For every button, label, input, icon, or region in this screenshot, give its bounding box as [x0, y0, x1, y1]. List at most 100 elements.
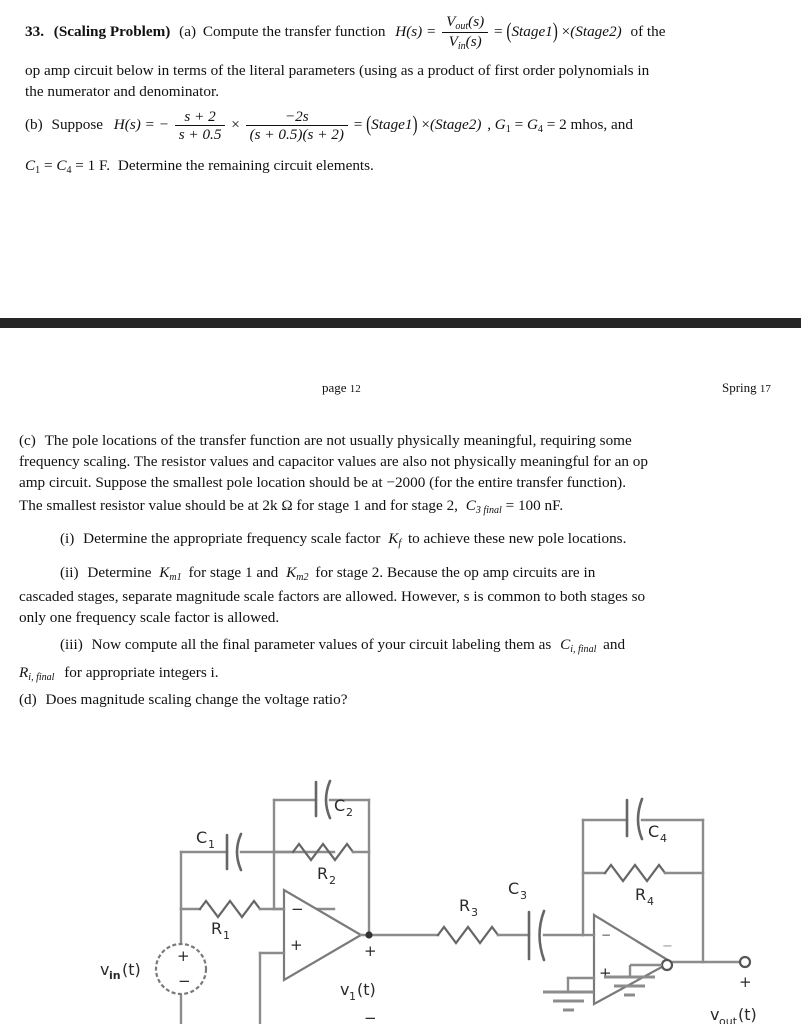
item-iii-text-c: for appropriate integers i.: [64, 664, 219, 681]
vin-arg: (s): [465, 33, 482, 51]
g4-subscript: 4: [537, 123, 543, 135]
cifinal-symbol: C: [560, 636, 571, 653]
fraction2-numerator: −2s: [284, 108, 309, 125]
c3final-symbol: C: [465, 497, 476, 514]
svg-text:−: −: [662, 939, 673, 954]
item-i-text-b: to achieve these new pole locations.: [407, 530, 627, 547]
item-iii-label: (iii): [60, 636, 83, 653]
part-c-item-iii-line2: Ri, final for appropriate integers i.: [19, 662, 219, 688]
page-number: 12: [349, 383, 361, 395]
item-ii-text-b: for stage 1 and: [188, 564, 279, 581]
c1-symbol: C: [25, 157, 36, 174]
svg-text:3: 3: [471, 906, 478, 919]
svg-text:(t): (t): [122, 960, 141, 979]
item-ii-label: (ii): [60, 564, 79, 581]
svg-text:1: 1: [223, 929, 230, 942]
formula-equals: =: [494, 23, 503, 41]
transfer-function-formula: H(s) = Vout(s) Vin(s) = (Stage1) ×(Stage…: [395, 13, 625, 52]
svg-text:1: 1: [208, 838, 215, 851]
part-b-stage1-close-paren: ): [412, 112, 418, 137]
c4-symbol: C: [56, 157, 67, 174]
part-b-lead: Suppose: [51, 116, 103, 133]
svg-text:in: in: [109, 969, 121, 982]
stage2-label: (Stage2): [570, 23, 622, 41]
item-iii-text-b: and: [603, 636, 626, 653]
capacitor-c1: C 1: [179, 828, 336, 872]
stage1-label: Stage1: [511, 23, 553, 41]
part-c-item-ii-line2: cascaded stages, separate magnitude scal…: [19, 588, 646, 605]
capacitor-c4: C 4: [581, 797, 705, 845]
fraction1-denominator: s + 0.5: [174, 125, 226, 143]
svg-text:1: 1: [349, 990, 356, 1003]
part-a-line2: op amp circuit below in terms of the lit…: [25, 62, 650, 79]
part-c-item-ii-line3: only one frequency scale factor is allow…: [19, 609, 280, 626]
item-i-label: (i): [60, 530, 75, 547]
g-value: = 2 mhos, and: [546, 116, 633, 133]
svg-text:R: R: [317, 864, 328, 883]
page-separator-bar: [0, 318, 801, 328]
part-d-text: Does magnitude scaling change the voltag…: [45, 691, 348, 708]
resistor-r2: R 2: [272, 842, 371, 887]
part-c-line3: amp circuit. Suppose the smallest pole l…: [19, 474, 627, 491]
part-b-line2: C1 = C4 = 1 F. Determine the remaining c…: [25, 157, 374, 176]
km2-symbol: K: [286, 564, 297, 581]
part-c-line2: frequency scaling. The resistor values a…: [19, 453, 648, 470]
fraction-numerator: Vout(s): [442, 13, 488, 32]
rifinal-symbol: R: [19, 664, 29, 681]
kf-symbol: K: [388, 530, 399, 547]
part-d-line: (d) Does magnitude scaling change the vo…: [19, 689, 347, 711]
svg-text:2: 2: [346, 806, 353, 819]
document-page: 33. (Scaling Problem) (a) Compute the tr…: [0, 0, 801, 1024]
part-b-formula: H(s) = − s + 2 s + 0.5 × −2s (s + 0.5)(s…: [114, 108, 485, 143]
svg-text:+: +: [177, 947, 190, 965]
kf-subscript: f: [398, 537, 402, 549]
node-v1: + v 1 (t) −: [340, 931, 377, 1024]
g1-subscript: 1: [505, 123, 511, 135]
km1-symbol: K: [159, 564, 170, 581]
c3final-subscript: 3 final: [475, 504, 502, 516]
svg-text:3: 3: [520, 889, 527, 902]
part-c-text4b: = 100 nF.: [505, 497, 564, 514]
part-b-equals: =: [353, 116, 363, 133]
stage1-close-paren: ): [552, 19, 558, 44]
svg-text:+: +: [364, 942, 377, 960]
svg-text:−: −: [291, 900, 304, 918]
part-d-label: (d): [19, 691, 37, 708]
svg-text:+: +: [290, 936, 303, 954]
part-c-line4: The smallest resistor value should be at…: [19, 495, 563, 521]
term-year: 17: [759, 383, 771, 395]
fraction-denominator: Vin(s): [442, 32, 489, 52]
svg-text:R: R: [635, 885, 646, 904]
part-c-text1: The pole locations of the transfer funct…: [44, 432, 632, 449]
svg-text:R: R: [459, 896, 470, 915]
resistor-r4: R 4: [581, 863, 705, 908]
svg-text:C: C: [334, 796, 345, 815]
svg-text:(t): (t): [357, 980, 376, 999]
page-label: page: [322, 380, 347, 395]
stage1-open-paren: (: [506, 19, 512, 44]
part-b-fraction-1: s + 2 s + 0.5: [174, 108, 226, 143]
svg-text:C: C: [648, 822, 659, 841]
cifinal-subscript: i, final: [570, 643, 597, 655]
fraction2-denominator: (s + 0.5)(s + 2): [245, 125, 348, 143]
part-c-item-iii: (iii) Now compute all the final paramete…: [60, 634, 625, 660]
part-b-line1: (b) Suppose H(s) = − s + 2 s + 0.5 × −2s…: [25, 108, 795, 143]
op-amp-1: − +: [282, 888, 364, 982]
item-ii-text-a: Determine: [87, 564, 152, 581]
part-a-line3: the numerator and denominator.: [25, 83, 220, 100]
svg-text:R: R: [211, 919, 222, 938]
vout-negative-terminal-group: −: [560, 935, 760, 1020]
rifinal-subscript: i, final: [28, 671, 55, 683]
svg-text:C: C: [196, 828, 207, 847]
part-c-line1: (c) The pole locations of the transfer f…: [19, 430, 632, 452]
vout-symbol: V: [446, 13, 456, 30]
part-b-label: (b): [25, 116, 43, 133]
opamp1-noninverting-to-ground: [258, 951, 286, 1024]
formula-times: ×: [561, 23, 571, 41]
term-label: Spring: [722, 380, 757, 395]
km1-subscript: m1: [169, 571, 182, 583]
part-b-tail: Determine the remaining circuit elements…: [117, 157, 374, 174]
part-c-item-ii: (ii) Determine Km1 for stage 1 and Km2 f…: [60, 562, 595, 588]
part-b-times-2: ×: [421, 116, 430, 133]
svg-text:2: 2: [329, 874, 336, 887]
